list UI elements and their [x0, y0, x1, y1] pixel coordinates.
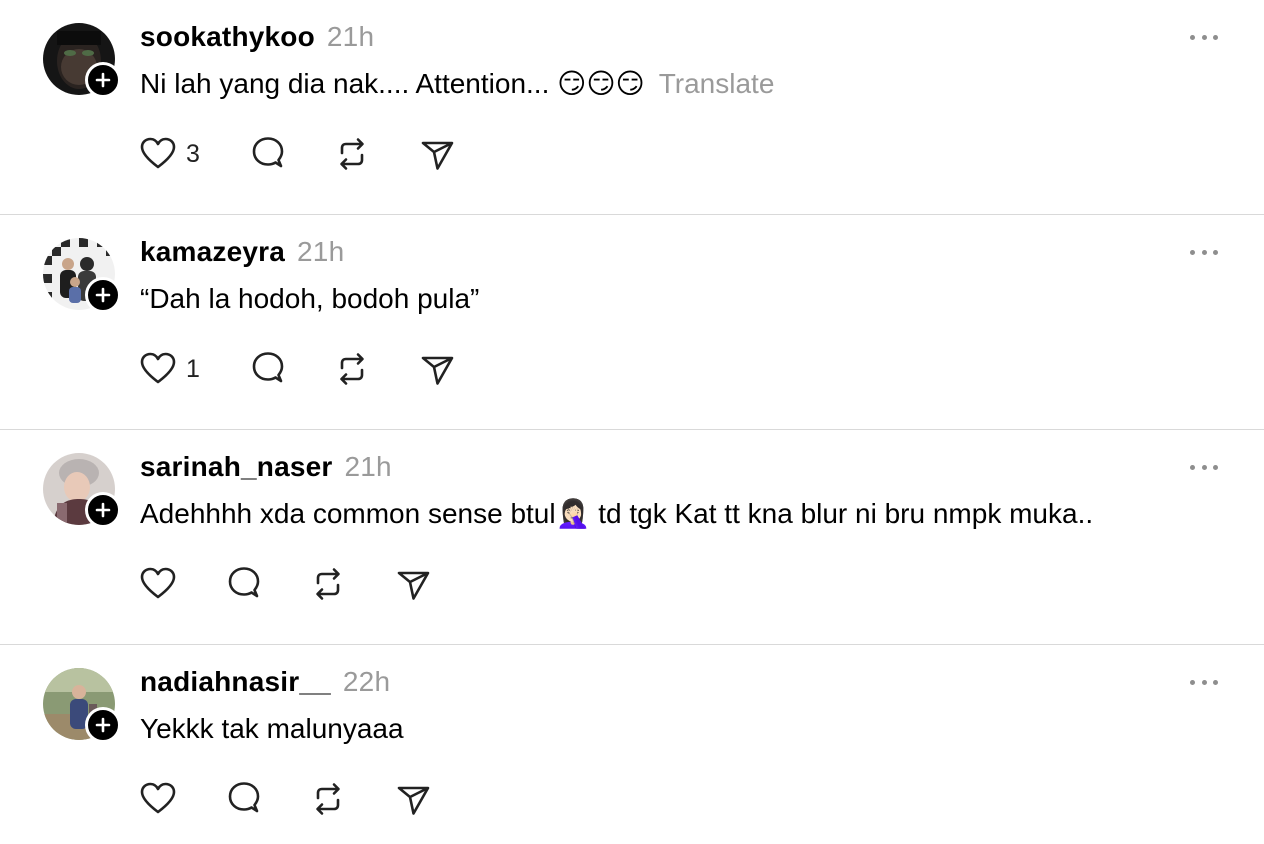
- reply-post[interactable]: sarinah_naser 21h Adehhhh xda common sens…: [0, 430, 1264, 645]
- like-count: 1: [186, 355, 200, 383]
- repost-icon: [340, 138, 364, 170]
- repost-icon: [316, 783, 340, 815]
- username[interactable]: sookathykoo: [140, 21, 315, 52]
- post-text-line: Adehhhh xda common sense btul🤦🏻‍♀️ td tg…: [140, 496, 1093, 532]
- comment-icon: [252, 352, 284, 383]
- more-icon: [1190, 464, 1195, 470]
- translate-link[interactable]: Translate: [659, 68, 775, 99]
- heart-icon: [140, 137, 176, 169]
- username[interactable]: kamazeyra: [140, 236, 285, 267]
- heart-icon: [140, 567, 176, 599]
- post-text: “Dah la hodoh, bodoh pula”: [140, 283, 480, 314]
- follow-button[interactable]: [85, 707, 121, 743]
- follow-button[interactable]: [85, 277, 121, 313]
- follow-button[interactable]: [85, 62, 121, 98]
- like-button[interactable]: [138, 779, 178, 819]
- repost-button[interactable]: [308, 564, 348, 604]
- post-text: Adehhhh xda common sense btul🤦🏻‍♀️ td tg…: [140, 498, 1094, 529]
- like-button[interactable]: 1: [138, 349, 200, 389]
- repost-button[interactable]: [332, 349, 372, 389]
- repost-icon: [316, 568, 340, 600]
- post-text: Ni lah yang dia nak.... Attention... 😏😏😏: [140, 68, 645, 99]
- post-header: sookathykoo 21h: [140, 20, 374, 54]
- post-text-line: “Dah la hodoh, bodoh pula”: [140, 281, 479, 317]
- reply-button[interactable]: [224, 779, 264, 819]
- plus-icon: [95, 502, 111, 518]
- send-icon: [421, 356, 454, 385]
- reply-post[interactable]: sookathykoo 21h Ni lah yang dia nak.... A…: [0, 0, 1264, 215]
- timestamp[interactable]: 21h: [297, 236, 344, 267]
- like-button[interactable]: 3: [138, 134, 200, 174]
- share-button[interactable]: [418, 349, 458, 389]
- post-text: Yekkk tak malunyaaa: [140, 713, 404, 744]
- post-text-line: Ni lah yang dia nak.... Attention... 😏😏😏…: [140, 66, 774, 102]
- comment-icon: [252, 137, 284, 168]
- more-options-button[interactable]: [1186, 673, 1222, 691]
- send-icon: [421, 141, 454, 170]
- repost-icon: [340, 353, 364, 385]
- username[interactable]: nadiahnasir__: [140, 666, 331, 697]
- share-button[interactable]: [394, 564, 434, 604]
- heart-icon: [140, 782, 176, 814]
- post-text-line: Yekkk tak malunyaaa: [140, 711, 404, 747]
- plus-icon: [95, 72, 111, 88]
- more-options-button[interactable]: [1186, 458, 1222, 476]
- send-icon: [397, 786, 430, 815]
- send-icon: [397, 571, 430, 600]
- like-count: 3: [186, 140, 200, 168]
- more-icon: [1190, 34, 1195, 40]
- timestamp[interactable]: 22h: [343, 666, 390, 697]
- plus-icon: [95, 717, 111, 733]
- heart-icon: [140, 352, 176, 384]
- comment-icon: [228, 567, 260, 598]
- action-bar: 1: [0, 349, 1264, 389]
- reply-button[interactable]: [224, 564, 264, 604]
- post-header: sarinah_naser 21h: [140, 450, 392, 484]
- timestamp[interactable]: 21h: [345, 451, 392, 482]
- more-icon: [1190, 249, 1195, 255]
- share-button[interactable]: [394, 779, 434, 819]
- more-options-button[interactable]: [1186, 28, 1222, 46]
- reply-button[interactable]: [248, 134, 288, 174]
- post-header: nadiahnasir__ 22h: [140, 665, 390, 699]
- reply-post[interactable]: kamazeyra 21h “Dah la hodoh, bodoh pula” …: [0, 215, 1264, 430]
- username[interactable]: sarinah_naser: [140, 451, 333, 482]
- action-bar: 3: [0, 134, 1264, 174]
- plus-icon: [95, 287, 111, 303]
- replies-feed: sookathykoo 21h Ni lah yang dia nak.... A…: [0, 0, 1264, 844]
- reply-post[interactable]: nadiahnasir__ 22h Yekkk tak malunyaaa: [0, 645, 1264, 844]
- reply-button[interactable]: [248, 349, 288, 389]
- repost-button[interactable]: [332, 134, 372, 174]
- like-button[interactable]: [138, 564, 178, 604]
- more-options-button[interactable]: [1186, 243, 1222, 261]
- timestamp[interactable]: 21h: [327, 21, 374, 52]
- share-button[interactable]: [418, 134, 458, 174]
- post-header: kamazeyra 21h: [140, 235, 344, 269]
- more-icon: [1190, 679, 1195, 685]
- comment-icon: [228, 782, 260, 813]
- action-bar: [0, 779, 1264, 819]
- action-bar: [0, 564, 1264, 604]
- follow-button[interactable]: [85, 492, 121, 528]
- repost-button[interactable]: [308, 779, 348, 819]
